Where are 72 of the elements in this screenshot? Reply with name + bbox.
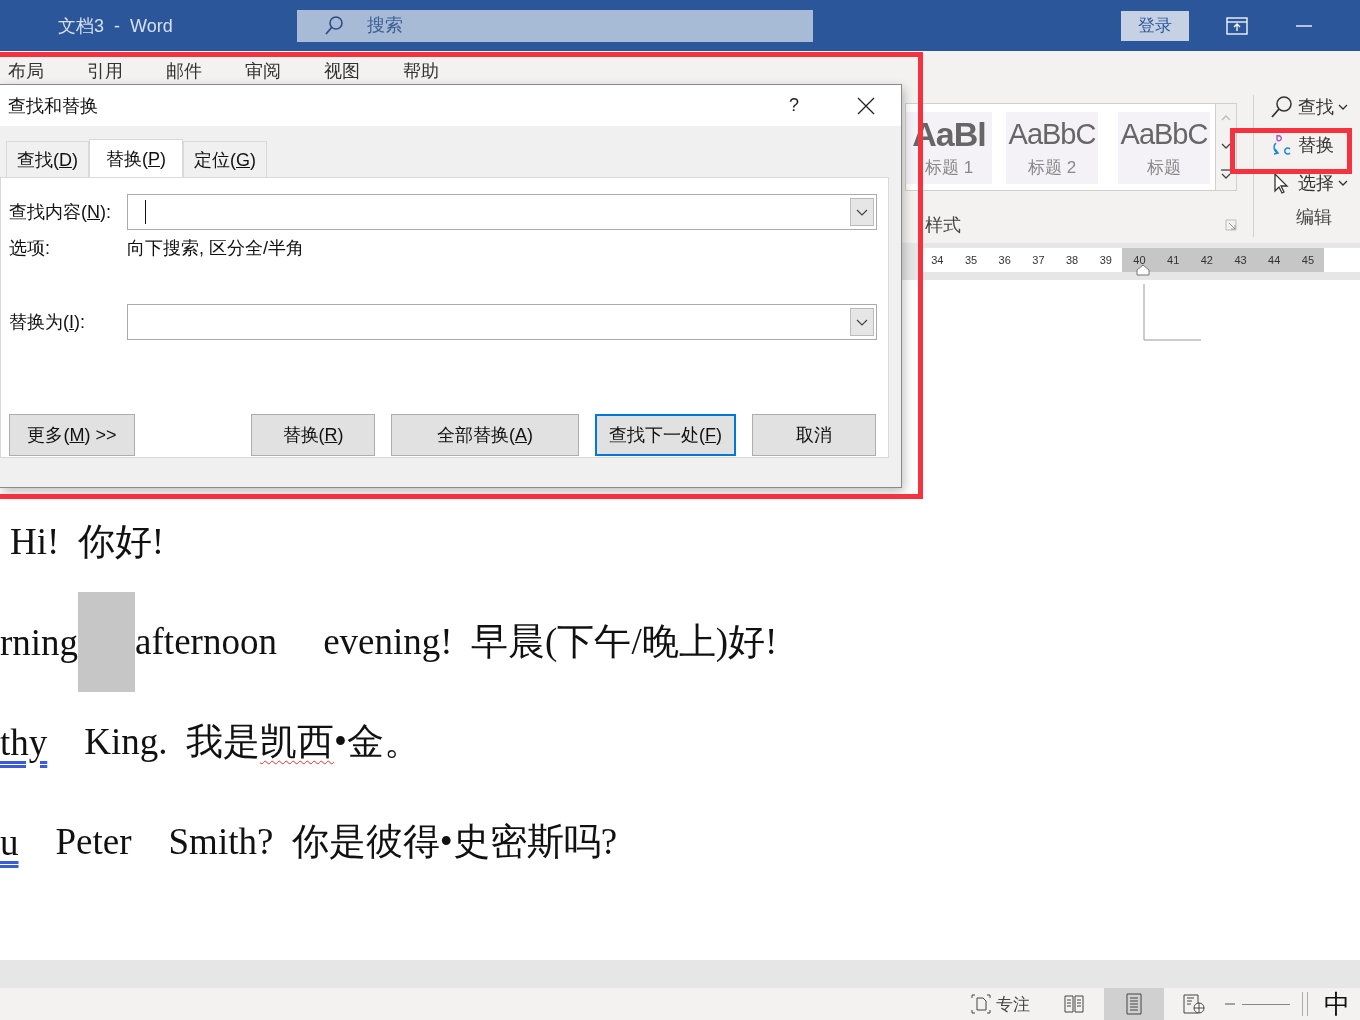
ruler-number: 35 bbox=[963, 253, 979, 268]
ruler-number: 36 bbox=[997, 253, 1012, 268]
sign-in-button[interactable]: 登录 bbox=[1121, 10, 1189, 41]
dialog-button[interactable]: 取消 bbox=[752, 414, 876, 456]
dialog-title: 查找和替换 bbox=[8, 94, 99, 118]
input-method-indicator[interactable]: 中 bbox=[1324, 986, 1350, 1020]
ruler-number: 39 bbox=[1098, 253, 1113, 268]
window-title: 文档3 - Word bbox=[58, 14, 174, 38]
dialog-tab[interactable]: 替换(P) bbox=[89, 139, 183, 177]
web-page-icon bbox=[1182, 993, 1206, 1015]
search-input[interactable]: 搜索 bbox=[365, 14, 569, 37]
dialog-button[interactable]: 查找下一处(F) bbox=[595, 414, 736, 456]
document-text: •金。 bbox=[334, 720, 421, 764]
field-label: 查找内容(N): bbox=[9, 201, 112, 224]
ribbon-tab[interactable]: 引用 bbox=[87, 59, 166, 83]
dialog-tab[interactable]: 查找(D) bbox=[6, 141, 89, 177]
ruler-number: 43 bbox=[1223, 248, 1257, 272]
ribbon-display-icon[interactable] bbox=[1226, 16, 1248, 35]
focus-icon bbox=[970, 993, 992, 1015]
document-text: Hi! 你好! bbox=[10, 520, 165, 564]
zoom-out-icon[interactable] bbox=[1224, 1002, 1236, 1006]
ruler-number: 40 bbox=[1122, 248, 1156, 272]
minimize-icon[interactable] bbox=[1296, 23, 1312, 28]
editing-command[interactable]: 替换 bbox=[1270, 129, 1360, 161]
editing-command[interactable]: 查找 bbox=[1270, 91, 1360, 123]
dialog-tab[interactable]: 定位(G) bbox=[183, 141, 268, 177]
misspelled-word: 凯西 bbox=[260, 720, 335, 764]
options-text: 向下搜索, 区分全/半角 bbox=[127, 237, 304, 260]
document-text: King. 我是 bbox=[83, 720, 261, 764]
flagged-word: u bbox=[0, 820, 19, 864]
ribbon-tab[interactable]: 帮助 bbox=[403, 59, 482, 83]
replace-icon bbox=[1270, 133, 1294, 157]
document-text: afternoon evening! 早晨(下午/晚上)好! bbox=[135, 620, 778, 664]
dialog-button[interactable]: 更多(M) >> bbox=[9, 414, 135, 456]
editing-command[interactable]: 选择 bbox=[1270, 167, 1360, 199]
horizontal-scrollbar[interactable] bbox=[0, 960, 1360, 988]
find-combo-box[interactable] bbox=[127, 194, 877, 230]
search-field[interactable]: 搜索 bbox=[297, 9, 813, 42]
dialog-button[interactable]: 替换(R) bbox=[251, 414, 375, 456]
margin-corner-mark bbox=[1143, 284, 1201, 342]
ruler-number: 34 bbox=[930, 253, 945, 268]
style-item[interactable]: AaBbC 标题 bbox=[1118, 112, 1210, 184]
ruler-number: 42 bbox=[1189, 248, 1224, 272]
ruler-number: 45 bbox=[1290, 248, 1325, 272]
document-text: rning bbox=[0, 620, 79, 664]
page-icon bbox=[1125, 993, 1143, 1015]
flagged-word: thy bbox=[0, 720, 48, 764]
ribbon-tab[interactable]: 视图 bbox=[324, 59, 403, 83]
ribbon-tab[interactable]: 邮件 bbox=[166, 59, 245, 83]
focus-mode-button[interactable]: 专注 bbox=[970, 992, 1030, 1016]
book-icon bbox=[1063, 994, 1085, 1014]
search-icon bbox=[1270, 95, 1294, 119]
dialog-launcher-icon[interactable] bbox=[1225, 219, 1237, 231]
group-label: 编辑 bbox=[1295, 206, 1333, 229]
document-text: Peter Smith? 你是彼得•史密斯吗? bbox=[54, 820, 618, 864]
ruler-number: 44 bbox=[1256, 248, 1291, 272]
ribbon-tab[interactable]: 布局 bbox=[8, 59, 87, 83]
group-label: 样式 bbox=[925, 214, 961, 237]
help-button[interactable]: ? bbox=[783, 94, 805, 117]
replace-combo-box[interactable] bbox=[127, 304, 877, 340]
field-label: 选项: bbox=[9, 237, 51, 260]
ruler-number: 38 bbox=[1064, 253, 1080, 268]
indent-marker-icon[interactable] bbox=[1136, 264, 1150, 276]
ruler-number: 37 bbox=[1031, 253, 1046, 268]
print-layout-button[interactable] bbox=[1104, 988, 1164, 1020]
style-item[interactable]: AaBbC 标题 2 bbox=[1006, 112, 1098, 184]
ribbon-tab[interactable]: 审阅 bbox=[245, 59, 324, 83]
close-icon[interactable] bbox=[857, 96, 875, 115]
ruler-number: 41 bbox=[1155, 248, 1190, 272]
search-icon bbox=[323, 14, 345, 37]
dialog-button[interactable]: 全部替换(A) bbox=[391, 414, 579, 456]
field-label: 替换为(I): bbox=[9, 311, 86, 334]
